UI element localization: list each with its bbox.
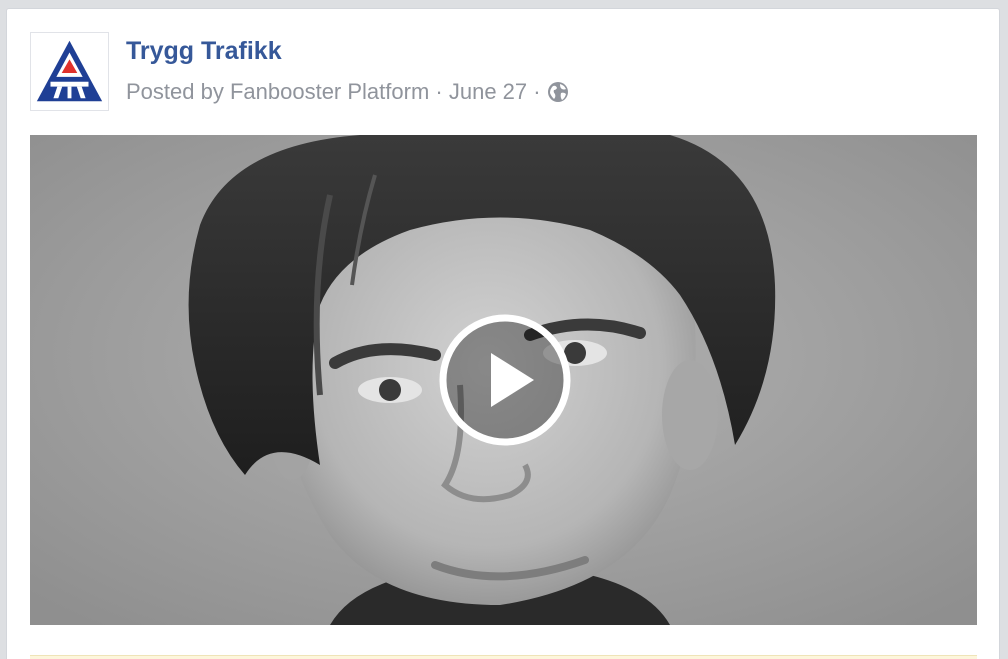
post-footer-strip xyxy=(30,655,977,659)
trygg-trafikk-logo xyxy=(36,40,103,102)
globe-icon[interactable] xyxy=(547,81,569,103)
play-icon xyxy=(439,314,571,446)
posted-by-prefix: Posted by xyxy=(126,79,224,104)
play-button[interactable] xyxy=(438,313,572,447)
page-name-link[interactable]: Trygg Trafikk xyxy=(126,37,282,66)
posted-by-app-link[interactable]: Fanbooster Platform xyxy=(230,79,429,105)
post-meta: Posted by Fanbooster Platform · June 27 … xyxy=(126,79,569,105)
post-date-link[interactable]: June 27 xyxy=(449,79,527,105)
video-player[interactable] xyxy=(30,135,977,625)
post-card: Trygg Trafikk Posted by Fanbooster Platf… xyxy=(6,8,1000,659)
meta-separator: · xyxy=(435,79,443,104)
page-avatar[interactable] xyxy=(30,32,109,111)
meta-separator: · xyxy=(533,79,541,104)
